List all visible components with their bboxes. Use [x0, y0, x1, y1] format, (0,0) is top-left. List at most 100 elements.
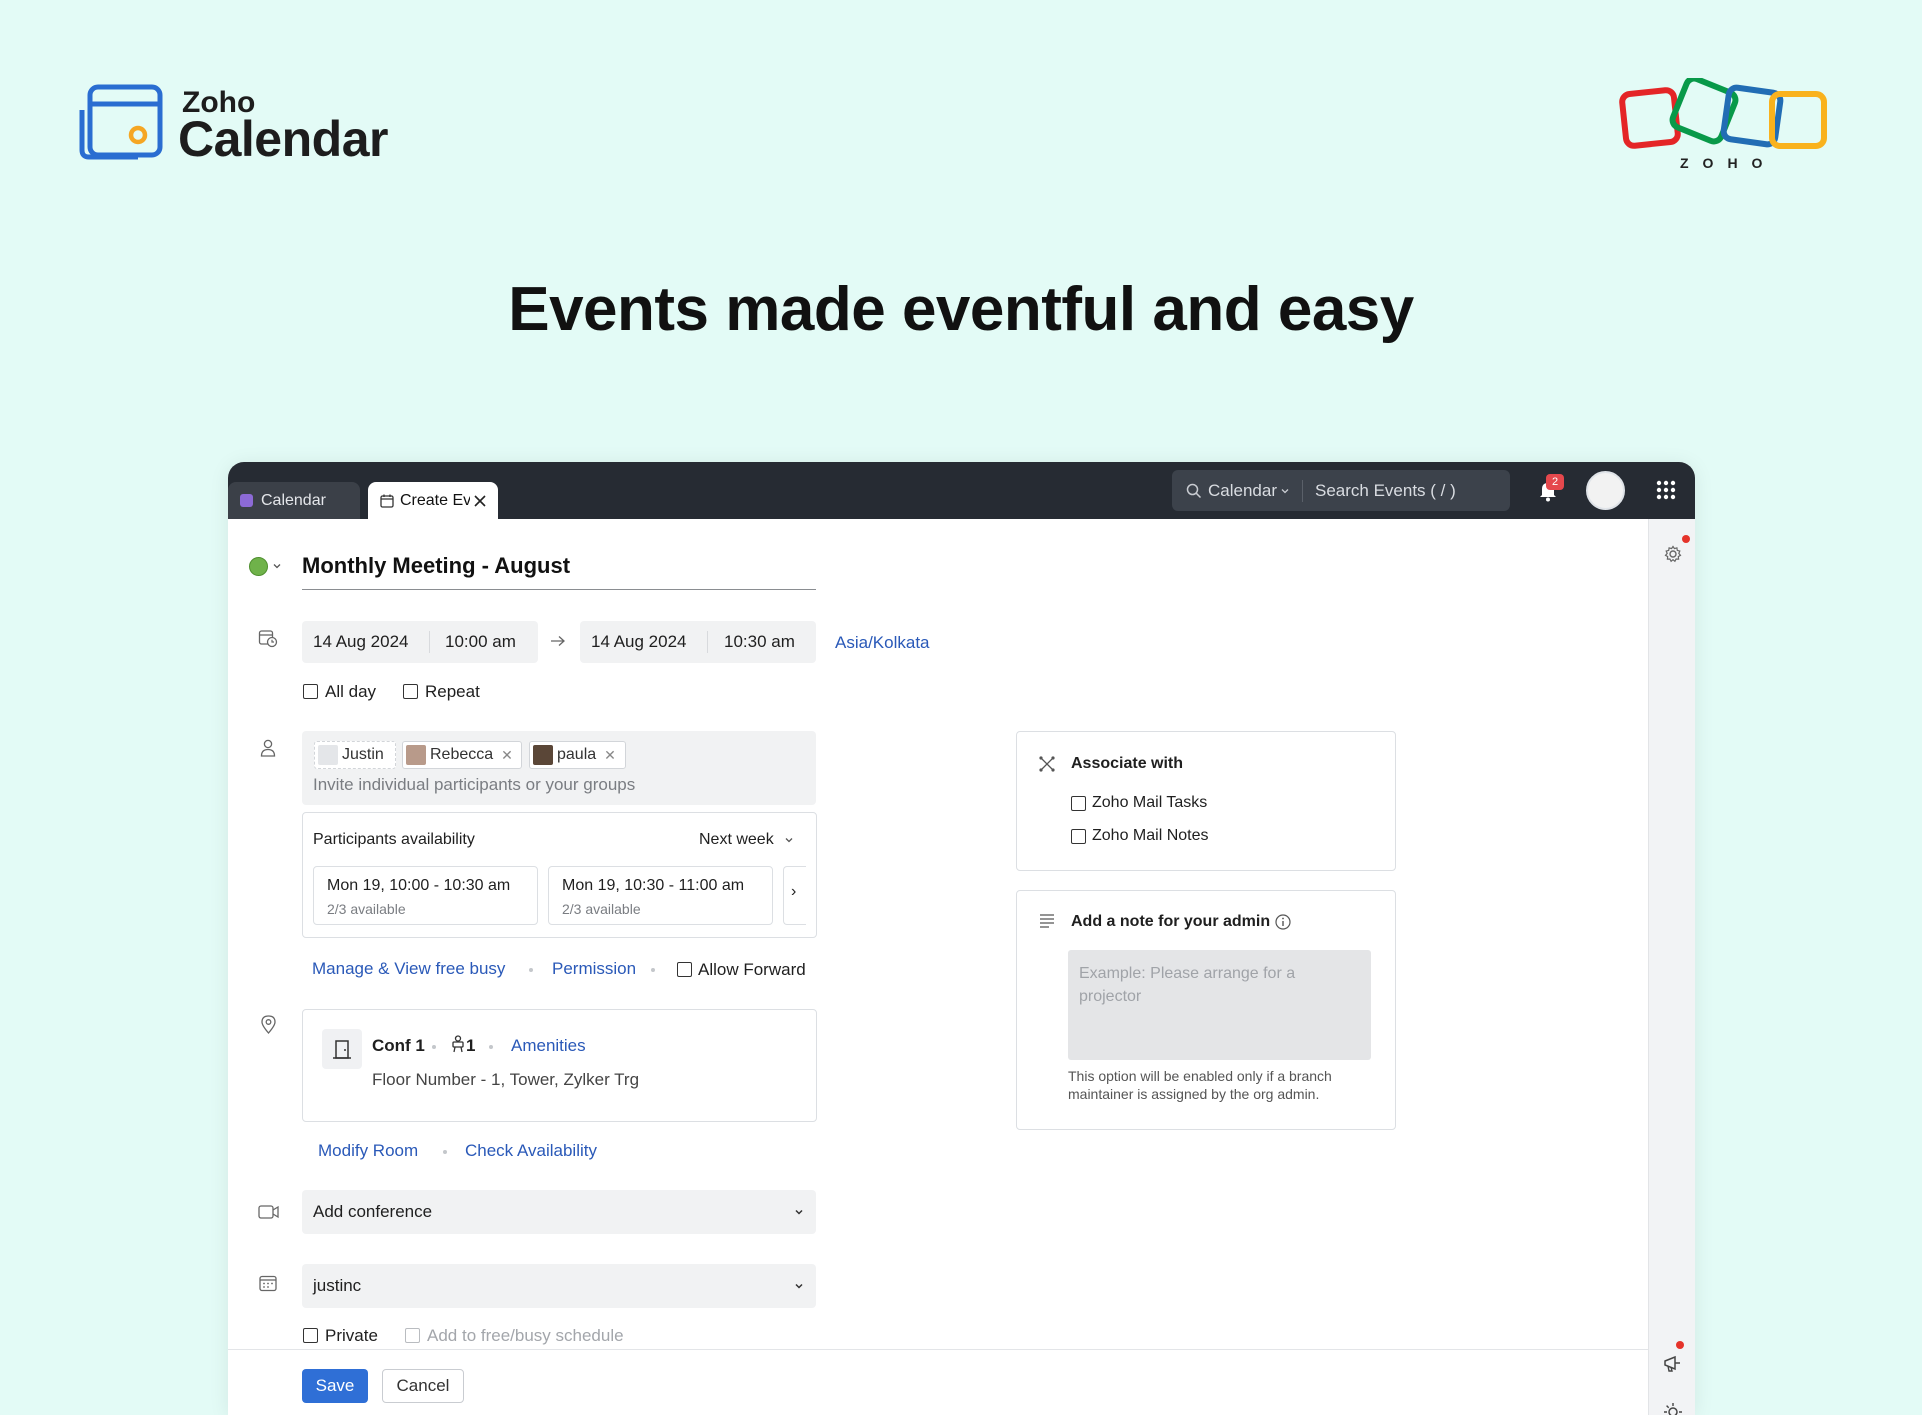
- all-day-checkbox[interactable]: [303, 684, 318, 699]
- save-button[interactable]: Save: [302, 1369, 368, 1403]
- close-icon[interactable]: [474, 494, 486, 507]
- info-icon[interactable]: [1275, 914, 1291, 930]
- apps-grid-icon[interactable]: [1656, 480, 1676, 500]
- separator-dot: [489, 1045, 493, 1049]
- mail-tasks-checkbox[interactable]: [1071, 796, 1086, 811]
- tab-create-label: Create Ev: [400, 491, 470, 509]
- remove-icon[interactable]: ✕: [501, 747, 513, 764]
- cancel-button[interactable]: Cancel: [382, 1369, 464, 1403]
- start-datetime: 14 Aug 2024 10:00 am: [302, 621, 538, 663]
- start-time-input[interactable]: 10:00 am: [445, 632, 516, 652]
- link-nodes-icon: [1039, 756, 1055, 772]
- arrow-right-icon: [551, 636, 565, 646]
- avatar: [533, 745, 553, 765]
- tab-calendar[interactable]: Calendar: [228, 482, 360, 519]
- slot-card[interactable]: Mon 19, 10:30 - 11:00 am 2/3 available: [548, 866, 773, 925]
- page-headline: Events made eventful and easy: [508, 275, 1414, 344]
- avatar: [406, 745, 426, 765]
- search-scope[interactable]: Calendar: [1208, 481, 1277, 501]
- slot-availability: 2/3 available: [327, 901, 406, 917]
- chevron-down-icon[interactable]: [272, 561, 282, 571]
- calendar-app-icon: [240, 494, 253, 507]
- next-slots-button[interactable]: ›: [783, 866, 806, 925]
- person-icon: [260, 739, 276, 757]
- participant-chip[interactable]: Justin: [314, 741, 396, 769]
- settings-alert-dot: [1682, 535, 1690, 543]
- permission-link[interactable]: Permission: [552, 959, 636, 979]
- avatar: [318, 745, 338, 765]
- start-date-input[interactable]: 14 Aug 2024: [313, 632, 408, 652]
- chevron-right-icon: ›: [791, 883, 797, 900]
- notification-badge: 2: [1546, 474, 1564, 490]
- allow-forward-checkbox[interactable]: [677, 962, 692, 977]
- admin-note-textarea[interactable]: Example: Please arrange for a projector: [1068, 950, 1371, 1060]
- room-card: [302, 1009, 817, 1122]
- mail-notes-checkbox[interactable]: [1071, 829, 1086, 844]
- slot-card[interactable]: Mon 19, 10:00 - 10:30 am 2/3 available: [313, 866, 538, 925]
- separator-dot: [443, 1150, 447, 1154]
- chevron-down-icon: [795, 1209, 803, 1215]
- availability-range-select[interactable]: Next week: [699, 831, 774, 849]
- top-bar: Calendar Create Ev Calendar Search Event…: [228, 462, 1695, 519]
- slot-time: Mon 19, 10:00 - 10:30 am: [327, 877, 511, 894]
- mail-tasks-label: Zoho Mail Tasks: [1092, 794, 1208, 811]
- separator-dot: [651, 968, 655, 972]
- check-availability-link[interactable]: Check Availability: [465, 1141, 597, 1161]
- remove-icon[interactable]: ✕: [604, 747, 616, 764]
- manage-free-busy-link[interactable]: Manage & View free busy: [312, 959, 505, 979]
- private-label: Private: [325, 1326, 378, 1345]
- mail-notes-label: Zoho Mail Notes: [1092, 827, 1209, 844]
- calendar-clock-icon: [258, 630, 278, 648]
- participant-chip[interactable]: paula ✕: [529, 741, 626, 769]
- conference-select-value: Add conference: [313, 1202, 433, 1221]
- slot-time: Mon 19, 10:30 - 11:00 am: [562, 877, 745, 894]
- timezone-link[interactable]: Asia/Kolkata: [835, 633, 930, 653]
- free-busy-checkbox[interactable]: [405, 1328, 420, 1343]
- room-seats: 1: [466, 1036, 476, 1055]
- video-icon: [258, 1205, 279, 1219]
- conference-select[interactable]: Add conference: [302, 1190, 816, 1234]
- search-bar[interactable]: Calendar Search Events ( / ): [1172, 470, 1510, 511]
- tab-create-event[interactable]: Create Ev: [368, 482, 498, 519]
- end-time-input[interactable]: 10:30 am: [724, 632, 795, 652]
- repeat-checkbox[interactable]: [403, 684, 418, 699]
- calendar-select-value: justinc: [313, 1276, 362, 1295]
- repeat-label: Repeat: [425, 682, 480, 701]
- announcement-icon[interactable]: [1663, 1354, 1683, 1374]
- modify-room-link[interactable]: Modify Room: [318, 1141, 418, 1161]
- participant-name: paula: [557, 746, 597, 763]
- zoho-logo-text: ZOHO: [1680, 155, 1777, 171]
- calendar-icon: [259, 1275, 277, 1292]
- tab-calendar-label: Calendar: [261, 491, 326, 509]
- participants-input[interactable]: Invite individual participants or your g…: [313, 775, 635, 795]
- zoho-logo-icon: [1619, 78, 1827, 149]
- gear-icon[interactable]: [1664, 545, 1682, 563]
- separator-dot: [529, 968, 533, 972]
- right-rail: [1648, 519, 1695, 1415]
- location-pin-icon: [261, 1015, 276, 1034]
- participant-name: Rebecca: [430, 746, 494, 763]
- zoho-calendar-logo-icon: [79, 84, 163, 160]
- search-input[interactable]: Search Events ( / ): [1315, 481, 1456, 501]
- private-checkbox[interactable]: [303, 1328, 318, 1343]
- admin-note-help-2: maintainer is assigned by the org admin.: [1068, 1086, 1320, 1102]
- chevron-down-icon: [785, 838, 793, 843]
- brand-calendar-text: Calendar: [178, 111, 388, 167]
- theme-icon[interactable]: [1663, 1402, 1683, 1415]
- end-date-input[interactable]: 14 Aug 2024: [591, 632, 686, 652]
- event-color-picker[interactable]: [249, 557, 268, 576]
- separator-dot: [432, 1045, 436, 1049]
- participant-chip[interactable]: Rebecca ✕: [402, 741, 522, 769]
- search-icon: [1186, 483, 1202, 498]
- seat-icon: [452, 1035, 464, 1053]
- door-icon: [322, 1029, 362, 1069]
- admin-note-title: Add a note for your admin: [1071, 913, 1271, 930]
- event-title-input[interactable]: Monthly Meeting - August: [302, 553, 570, 579]
- chevron-down-icon: [795, 1283, 803, 1289]
- all-day-label: All day: [325, 682, 377, 701]
- allow-forward-label: Allow Forward: [698, 960, 806, 979]
- user-avatar[interactable]: [1586, 471, 1625, 510]
- title-underline: [302, 589, 816, 590]
- amenities-link[interactable]: Amenities: [511, 1036, 586, 1056]
- calendar-select[interactable]: justinc: [302, 1264, 816, 1308]
